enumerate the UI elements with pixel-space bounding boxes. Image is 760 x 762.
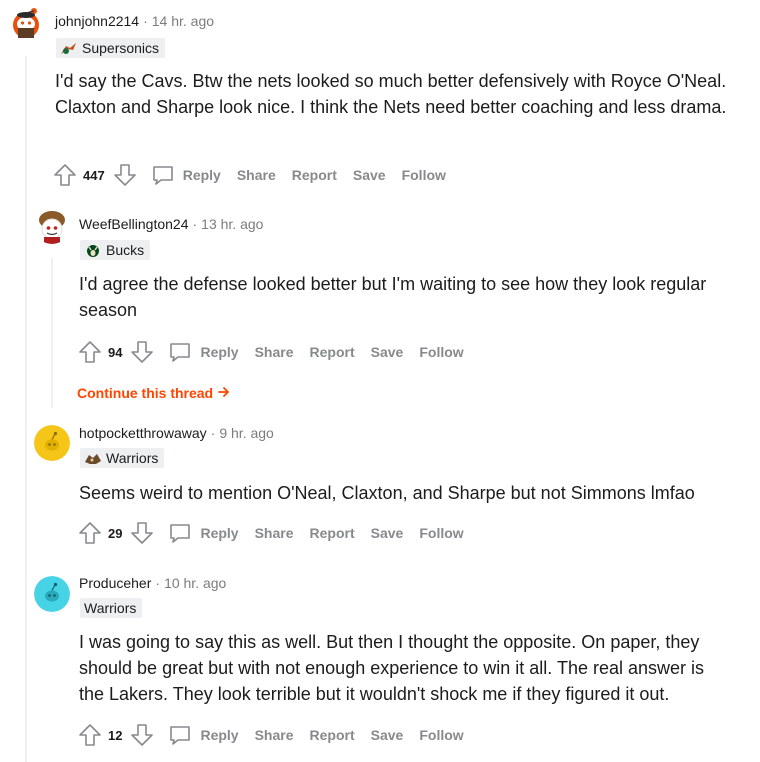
share-button[interactable]: Share [255, 727, 294, 743]
warriors-flair-icon [84, 451, 102, 465]
vote-count: 447 [83, 167, 105, 183]
follow-button[interactable]: Follow [419, 525, 463, 541]
flair-label: Bucks [106, 242, 145, 258]
author-link[interactable]: hotpocketthrowaway [79, 425, 207, 441]
continue-thread-link[interactable]: Continue this thread [77, 385, 231, 401]
comment-icon [168, 521, 192, 545]
comment-icon [151, 163, 175, 187]
comment-body: Seems weird to mention O'Neal, Claxton, … [79, 483, 695, 503]
author-link[interactable]: Produceher [79, 575, 151, 591]
save-button[interactable]: Save [371, 525, 404, 541]
comment-meta: WeefBellington24 · 13 hr. ago [79, 216, 264, 232]
follow-button[interactable]: Follow [419, 344, 463, 360]
comment-meta: hotpocketthrowaway · 9 hr. ago [79, 425, 274, 441]
avatar[interactable] [34, 576, 70, 612]
avatar[interactable] [8, 5, 44, 41]
comment-body: I'd say the Cavs. Btw the nets looked so… [55, 71, 727, 117]
flair-label: Warriors [84, 600, 137, 616]
reply-button[interactable]: Reply [151, 163, 221, 187]
vote-count: 29 [108, 525, 123, 541]
upvote-icon[interactable] [78, 521, 102, 545]
follow-button[interactable]: Follow [419, 727, 463, 743]
downvote-icon[interactable] [130, 521, 154, 545]
avatar[interactable] [34, 425, 70, 461]
save-button[interactable]: Save [353, 167, 386, 183]
avatar[interactable] [34, 208, 70, 244]
share-button[interactable]: Share [255, 344, 294, 360]
user-flair: Supersonics [56, 38, 166, 58]
timestamp[interactable]: 14 hr. ago [152, 13, 214, 29]
save-button[interactable]: Save [371, 344, 404, 360]
timestamp[interactable]: 10 hr. ago [164, 575, 226, 591]
vote-count: 94 [108, 344, 123, 360]
follow-button[interactable]: Follow [402, 167, 446, 183]
user-flair: Bucks [80, 240, 151, 260]
comment-actions: 12 Reply Share Report Save Follow [78, 721, 464, 749]
comment-meta: Produceher · 10 hr. ago [79, 575, 227, 591]
downvote-icon[interactable] [113, 163, 137, 187]
upvote-icon[interactable] [53, 163, 77, 187]
downvote-icon[interactable] [130, 340, 154, 364]
reply-label: Reply [200, 525, 239, 541]
comment-body: I'd agree the defense looked better but … [79, 274, 707, 320]
report-button[interactable]: Report [310, 727, 355, 743]
supersonics-flair-icon [60, 41, 78, 55]
timestamp[interactable]: 13 hr. ago [201, 216, 263, 232]
bucks-flair-icon [84, 243, 102, 257]
thread-line[interactable] [51, 258, 53, 408]
thread-line[interactable] [25, 56, 27, 762]
report-button[interactable]: Report [292, 167, 337, 183]
upvote-icon[interactable] [78, 340, 102, 364]
share-button[interactable]: Share [255, 525, 294, 541]
reply-label: Reply [182, 167, 221, 183]
comment-meta: johnjohn2214 · 14 hr. ago [55, 13, 215, 29]
reply-button[interactable]: Reply [168, 723, 239, 747]
comment-actions: 447 Reply Share Report Save Follow [53, 161, 446, 189]
save-button[interactable]: Save [371, 727, 404, 743]
upvote-icon[interactable] [78, 723, 102, 747]
comment-actions: 29 Reply Share Report Save Follow [78, 519, 464, 547]
author-link[interactable]: johnjohn2214 [55, 13, 139, 29]
comment-actions: 94 Reply Share Report Save Follow [78, 338, 464, 366]
flair-label: Warriors [106, 450, 159, 466]
reply-button[interactable]: Reply [168, 521, 239, 545]
downvote-icon[interactable] [130, 723, 154, 747]
arrow-right-icon [217, 385, 231, 399]
reply-label: Reply [200, 344, 239, 360]
reply-button[interactable]: Reply [168, 340, 239, 364]
author-link[interactable]: WeefBellington24 [79, 216, 188, 232]
vote-count: 12 [108, 727, 123, 743]
timestamp[interactable]: 9 hr. ago [219, 425, 274, 441]
share-button[interactable]: Share [237, 167, 276, 183]
report-button[interactable]: Report [310, 344, 355, 360]
user-flair: Warriors [80, 448, 165, 468]
reply-label: Reply [200, 727, 239, 743]
comment-icon [168, 340, 192, 364]
comment-body: I was going to say this as well. But the… [79, 632, 705, 704]
flair-label: Supersonics [82, 40, 160, 56]
comment-icon [168, 723, 192, 747]
user-flair: Warriors [80, 598, 143, 618]
report-button[interactable]: Report [310, 525, 355, 541]
continue-thread-label: Continue this thread [77, 385, 214, 401]
